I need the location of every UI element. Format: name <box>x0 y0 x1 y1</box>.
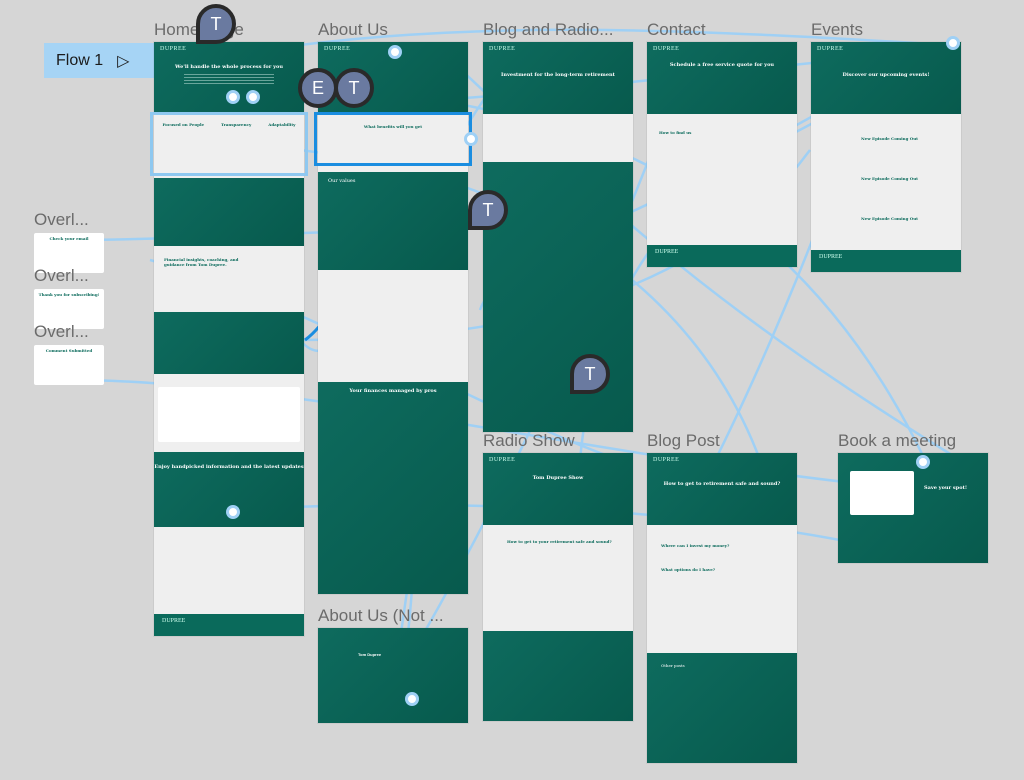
event-item: New Episode Coming Out <box>861 216 918 221</box>
event-item: New Episode Coming Out <box>861 176 918 181</box>
overlay-label[interactable]: Overl... <box>34 266 89 286</box>
overlay-title: Comment Submitted <box>45 348 93 353</box>
person-name: Tom Dupree <box>358 652 382 657</box>
testimonial-card <box>158 387 300 442</box>
collaborator-avatar[interactable]: T <box>570 354 610 394</box>
connection-handle[interactable] <box>946 36 960 50</box>
frame-label-events[interactable]: Events <box>811 20 863 40</box>
connection-handle[interactable] <box>405 692 419 706</box>
values-title: Our values <box>328 178 356 184</box>
hero-title: Tom Dupree Show <box>532 475 584 481</box>
connection-handle[interactable] <box>226 505 240 519</box>
frame-label-blogpost[interactable]: Blog Post <box>647 431 720 451</box>
hero-title: Investment for the long-term retirement <box>501 72 615 78</box>
heading: Where can I invest my money? <box>661 543 730 548</box>
hero-title: Schedule a free service quote for you <box>669 62 775 68</box>
team-title: Your finances managed by pros <box>349 388 437 394</box>
hero-title: Discover our upcoming events! <box>842 72 930 78</box>
how-to-find: How to find us <box>659 130 692 135</box>
calendar-widget[interactable] <box>850 471 914 515</box>
hero-title: Save your spot! <box>924 485 968 491</box>
frame-aboutnot[interactable]: Tom Dupree <box>318 628 468 723</box>
connection-handle[interactable] <box>388 45 402 59</box>
hero-title: We'll handle the whole process for you <box>174 64 284 70</box>
frame-blog[interactable]: DUPREE Investment for the long-term retir… <box>483 42 633 432</box>
flow-start-label[interactable]: Flow 1 ▷ <box>44 43 154 78</box>
collaborator-avatar[interactable]: T <box>196 4 236 44</box>
connection-handle[interactable] <box>464 132 478 146</box>
selected-frame-outline <box>314 112 472 166</box>
hero-title: How to get to retirement safe and sound? <box>663 481 781 487</box>
flow-label: Flow 1 <box>56 51 104 69</box>
frame-events[interactable]: DUPREE Discover our upcoming events! New … <box>811 42 961 272</box>
play-icon[interactable]: ▷ <box>117 51 129 71</box>
connection-handle[interactable] <box>226 90 240 104</box>
overlay-label[interactable]: Overl... <box>34 322 89 342</box>
overlay-title: Check your email <box>49 236 89 241</box>
frame-blogpost[interactable]: DUPREE How to get to retirement safe and … <box>647 453 797 763</box>
frame-label-about[interactable]: About Us <box>318 20 388 40</box>
frame-label-book[interactable]: Book a meeting <box>838 431 956 451</box>
other-posts: Other posts <box>661 663 685 668</box>
overlay-comment[interactable]: Comment Submitted <box>34 345 104 385</box>
post-title: How to get to your retirement safe and s… <box>507 539 612 544</box>
frame-label-aboutnot[interactable]: About Us (Not ... <box>318 606 444 626</box>
collaborator-avatar[interactable]: T <box>334 68 374 108</box>
selection-highlight <box>150 112 308 176</box>
overlay-label[interactable]: Overl... <box>34 210 89 230</box>
frame-label-blog[interactable]: Blog and Radio... <box>483 20 613 40</box>
frame-contact[interactable]: DUPREE Schedule a free service quote for … <box>647 42 797 267</box>
collaborator-avatar[interactable]: E <box>298 68 338 108</box>
heading: What options do I have? <box>661 567 716 572</box>
connection-handle[interactable] <box>916 455 930 469</box>
overlay-title: Thank you for subscribing! <box>38 292 100 297</box>
connection-handle[interactable] <box>246 90 260 104</box>
frame-radio[interactable]: DUPREE Tom Dupree Show How to get to your… <box>483 453 633 721</box>
frame-label-contact[interactable]: Contact <box>647 20 706 40</box>
insights-heading: Financial insights, coaching, and guidan… <box>164 257 239 267</box>
event-item: New Episode Coming Out <box>861 136 918 141</box>
newsletter-title: Enjoy handpicked information and the lat… <box>154 464 304 470</box>
frame-label-radio[interactable]: Radio Show <box>483 431 575 451</box>
collaborator-avatar[interactable]: T <box>468 190 508 230</box>
logo: DUPREE <box>160 46 187 52</box>
frame-book[interactable]: Save your spot! <box>838 453 988 563</box>
